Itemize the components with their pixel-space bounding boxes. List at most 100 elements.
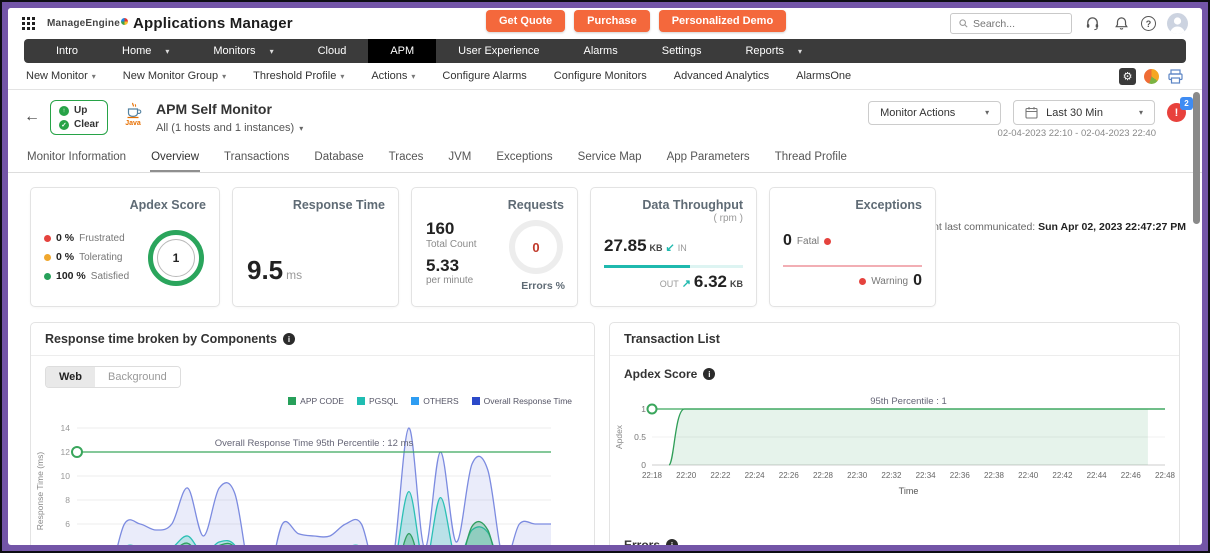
tab-database[interactable]: Database bbox=[313, 145, 364, 172]
app-window: ManageEngine Applications Manager Get Qu… bbox=[8, 8, 1202, 545]
subnav-item-advanced-analytics[interactable]: Advanced Analytics bbox=[674, 70, 769, 82]
search-input[interactable] bbox=[973, 17, 1063, 30]
warning-dot-icon bbox=[859, 277, 867, 285]
nav-item-label: Alarms bbox=[583, 45, 618, 57]
cta-get-quote[interactable]: Get Quote bbox=[486, 10, 566, 32]
data-throughput-card: Data Throughput ( rpm ) 27.85 KB ↙ IN OUT… bbox=[590, 187, 757, 307]
errors-label: Errors % bbox=[521, 280, 565, 292]
nav-item-reports[interactable]: Reports ▾ bbox=[723, 39, 824, 63]
notifications-bell-icon[interactable] bbox=[1112, 15, 1130, 33]
sub-nav: New Monitor ▾ New Monitor Group ▾ Threshold … bbox=[8, 63, 1202, 90]
nav-item-apm[interactable]: APM bbox=[368, 39, 437, 63]
tab-monitor-information[interactable]: Monitor Information bbox=[26, 145, 127, 172]
app-grid-icon[interactable] bbox=[22, 17, 35, 30]
subnav-item-label: AlarmsOne bbox=[796, 70, 852, 82]
cta-buttons: Get Quote Purchase Personalized Demo bbox=[486, 10, 787, 32]
subnav-item-new-monitor-group[interactable]: New Monitor Group ▾ bbox=[123, 70, 226, 82]
alert-count-badge: 2 bbox=[1180, 97, 1193, 110]
subnav-item-configure-alarms[interactable]: Configure Alarms bbox=[442, 70, 526, 82]
cta-purchase[interactable]: Purchase bbox=[574, 10, 650, 32]
legend-label: PGSQL bbox=[368, 396, 399, 406]
apdex-section-heading: Apdex Score i bbox=[610, 356, 1179, 381]
exceptions-card: Exceptions 0 Fatal Warning 0 bbox=[769, 187, 936, 307]
info-icon[interactable]: i bbox=[282, 333, 295, 345]
requests-rate-value: 5.33 bbox=[426, 255, 460, 275]
page-scrollbar[interactable] bbox=[1193, 92, 1200, 224]
instance-selector[interactable]: All (1 hosts and 1 instances) ▾ bbox=[156, 122, 303, 134]
legend-value: 0 % bbox=[56, 251, 75, 263]
fatal-exceptions: 0 Fatal bbox=[783, 232, 832, 250]
subnav-item-threshold-profile[interactable]: Threshold Profile ▾ bbox=[253, 70, 344, 82]
print-icon[interactable] bbox=[1167, 68, 1184, 84]
legend-app-code: APP CODE bbox=[288, 396, 344, 406]
throughput-bar bbox=[604, 265, 743, 268]
nav-item-home[interactable]: Home ▾ bbox=[100, 39, 191, 63]
subnav-item-actions[interactable]: Actions ▾ bbox=[371, 70, 415, 82]
brand-swirl-icon bbox=[120, 18, 128, 25]
info-icon[interactable]: i bbox=[666, 539, 679, 545]
svg-text:22:44: 22:44 bbox=[1087, 471, 1108, 480]
svg-text:0: 0 bbox=[641, 460, 646, 470]
user-avatar[interactable] bbox=[1167, 13, 1188, 34]
nav-item-intro[interactable]: Intro bbox=[34, 39, 100, 63]
legend-swatch-icon bbox=[411, 397, 420, 405]
tab-traces[interactable]: Traces bbox=[388, 145, 425, 172]
subnav-item-alarmsone[interactable]: AlarmsOne bbox=[796, 70, 851, 82]
nav-item-monitors[interactable]: Monitors ▾ bbox=[191, 39, 295, 63]
subnav-item-label: New Monitor bbox=[26, 70, 88, 82]
nav-item-user-experience[interactable]: User Experience bbox=[436, 39, 561, 63]
alert-indicator[interactable]: ! 2 bbox=[1167, 97, 1193, 122]
date-range-text: 02-04-2023 22:10 - 02-04-2023 22:40 bbox=[997, 128, 1156, 139]
nav-item-alarms[interactable]: Alarms bbox=[562, 39, 640, 63]
nav-item-label: Cloud bbox=[317, 45, 347, 57]
main-nav: Intro Home ▾ Monitors ▾ Cloud APM User Experien… bbox=[24, 39, 1186, 63]
search-box[interactable] bbox=[950, 13, 1072, 34]
legend-label: Tolerating bbox=[79, 251, 123, 263]
subnav-item-configure-monitors[interactable]: Configure Monitors bbox=[554, 70, 647, 82]
tab-exceptions[interactable]: Exceptions bbox=[495, 145, 553, 172]
back-arrow-button[interactable]: ← bbox=[24, 108, 40, 126]
throughput-in: 27.85 KB ↙ IN bbox=[604, 236, 687, 255]
tab-transactions[interactable]: Transactions bbox=[223, 145, 290, 172]
info-icon[interactable]: i bbox=[703, 368, 716, 380]
nav-item-cloud[interactable]: Cloud bbox=[296, 39, 369, 63]
svg-text:22:40: 22:40 bbox=[1018, 471, 1039, 480]
apdex-score-value: 1 bbox=[157, 239, 195, 277]
svg-text:Time: Time bbox=[899, 486, 919, 496]
svg-text:1: 1 bbox=[641, 404, 646, 414]
tab-thread-profile[interactable]: Thread Profile bbox=[774, 145, 848, 172]
apdex-score-card: Apdex Score 0 % Frustrated 0 % Tolerating 10… bbox=[30, 187, 220, 307]
monitor-title-block: APM Self Monitor All (1 hosts and 1 inst… bbox=[156, 100, 303, 134]
apdex-legend-frustrated: 0 % Frustrated bbox=[44, 232, 129, 244]
chevron-down-icon: ▾ bbox=[269, 46, 274, 56]
transaction-list-panel: Transaction List Apdex Score i 0 0.5 1 Apde… bbox=[609, 322, 1180, 545]
tab-jvm[interactable]: JVM bbox=[447, 145, 472, 172]
svg-text:22:30: 22:30 bbox=[847, 471, 868, 480]
reports-pie-icon[interactable] bbox=[1144, 68, 1159, 84]
svg-text:Overall Response Time 95th Per: Overall Response Time 95th Percentile : … bbox=[215, 438, 414, 449]
apdex-gauge: 1 bbox=[148, 230, 204, 286]
svg-text:Apdex: Apdex bbox=[614, 424, 624, 449]
toggle-background[interactable]: Background bbox=[95, 367, 180, 387]
tab-app-parameters[interactable]: App Parameters bbox=[666, 145, 751, 172]
monitor-actions-dropdown[interactable]: Monitor Actions ▾ bbox=[868, 100, 1002, 125]
warning-exceptions: Warning 0 bbox=[859, 272, 922, 290]
fatal-dot-icon bbox=[824, 237, 832, 245]
response-time-value: 9.5 ms bbox=[247, 255, 303, 285]
legend-dot-icon bbox=[44, 253, 51, 261]
top-header: ManageEngine Applications Manager Get Qu… bbox=[8, 8, 1202, 39]
cta-personalized-demo[interactable]: Personalized Demo bbox=[658, 10, 787, 32]
toggle-web[interactable]: Web bbox=[46, 367, 96, 387]
nav-item-settings[interactable]: Settings bbox=[640, 39, 724, 63]
legend-pgsql: PGSQL bbox=[356, 396, 399, 406]
nav-item-label: Reports bbox=[745, 45, 785, 57]
svg-text:95th Percentile : 1: 95th Percentile : 1 bbox=[870, 396, 947, 407]
subnav-item-new-monitor[interactable]: New Monitor ▾ bbox=[26, 70, 96, 82]
svg-text:6: 6 bbox=[65, 519, 70, 529]
time-range-dropdown[interactable]: Last 30 Min ▾ bbox=[1013, 100, 1155, 125]
settings-gear-icon[interactable]: ⚙ bbox=[1119, 67, 1136, 85]
tab-service-map[interactable]: Service Map bbox=[577, 145, 643, 172]
tab-overview[interactable]: Overview bbox=[150, 145, 201, 172]
help-icon[interactable]: ? bbox=[1141, 16, 1156, 31]
support-headset-icon[interactable] bbox=[1083, 15, 1101, 33]
